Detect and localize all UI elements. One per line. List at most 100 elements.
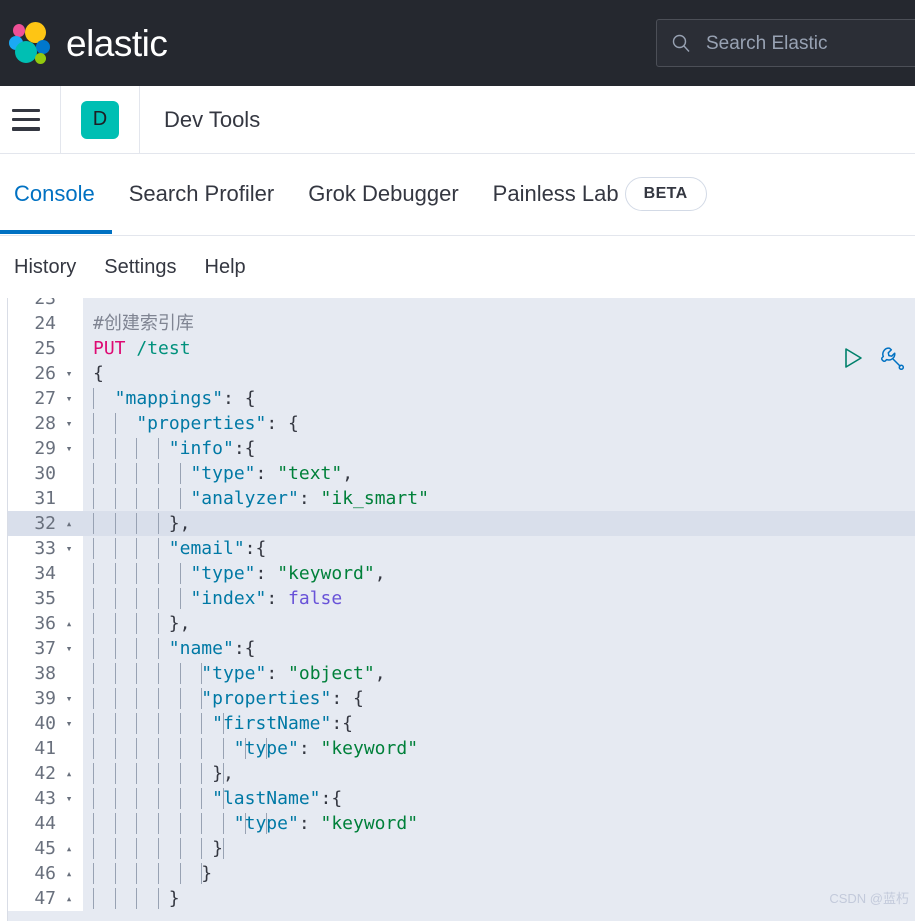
- elastic-brand[interactable]: elastic: [8, 0, 168, 86]
- code-lines-container[interactable]: 23 24 #创建索引库 25 PUT /test 26 ▾{27 ▾ "mappings": …: [0, 298, 915, 911]
- fold-up-icon[interactable]: ▴: [62, 861, 76, 886]
- code-line[interactable]: 27 ▾ "mappings": {: [0, 386, 915, 411]
- fold-down-icon[interactable]: ▾: [62, 386, 76, 411]
- play-triangle-icon[interactable]: [841, 346, 865, 374]
- line-number: 28 ▾: [0, 411, 83, 436]
- code-line[interactable]: 46 ▴}: [0, 861, 915, 886]
- code-token: :: [298, 738, 321, 759]
- console-sub-menu: History Settings Help: [0, 236, 915, 298]
- fold-down-icon[interactable]: ▾: [62, 711, 76, 736]
- code-line[interactable]: 47 ▴}: [0, 886, 915, 911]
- fold-down-icon[interactable]: ▾: [62, 411, 76, 436]
- tab-painless-lab[interactable]: Painless Lab BETA: [476, 154, 724, 234]
- code-token: "keyword": [320, 813, 419, 834]
- fold-down-icon[interactable]: ▾: [62, 686, 76, 711]
- app-badge: D: [81, 100, 119, 139]
- tab-grok-debugger[interactable]: Grok Debugger: [291, 154, 475, 234]
- fold-up-icon[interactable]: ▴: [62, 611, 76, 636]
- code-token: :: [266, 663, 289, 684]
- fold-down-icon[interactable]: ▾: [62, 436, 76, 461]
- line-number: 32 ▴: [0, 511, 83, 536]
- code-line[interactable]: 38 "type": "object",: [0, 661, 915, 686]
- code-token: :{: [233, 638, 256, 659]
- app-nav-bar: D Dev Tools: [0, 85, 915, 154]
- line-number: 35: [0, 586, 83, 611]
- line-number: 39 ▾: [0, 686, 83, 711]
- code-token: "object": [288, 663, 375, 684]
- sub-menu-item-history[interactable]: History: [14, 256, 76, 279]
- line-number: 31: [0, 486, 83, 511]
- code-line[interactable]: 29 ▾ "info":{: [0, 436, 915, 461]
- code-line[interactable]: 23: [0, 298, 915, 311]
- line-number: 41: [0, 736, 83, 761]
- console-editor[interactable]: 23 24 #创建索引库 25 PUT /test 26 ▾{27 ▾ "mappings": …: [0, 298, 915, 921]
- code-token: :{: [320, 788, 343, 809]
- code-token: :: [255, 563, 278, 584]
- code-line[interactable]: 37 ▾ "name":{: [0, 636, 915, 661]
- code-line[interactable]: 24 #创建索引库: [0, 311, 915, 336]
- fold-down-icon[interactable]: ▾: [62, 361, 76, 386]
- code-line[interactable]: 26 ▾ {: [0, 361, 915, 386]
- code-token: PUT: [93, 338, 126, 359]
- code-line[interactable]: 45 ▴}: [0, 836, 915, 861]
- code-token: /test: [136, 338, 191, 359]
- code-line[interactable]: 30 "type": "text",: [0, 461, 915, 486]
- code-line[interactable]: 32 ▴},: [0, 511, 915, 536]
- line-number: 42 ▴: [0, 761, 83, 786]
- fold-down-icon[interactable]: ▾: [62, 536, 76, 561]
- code-text: },: [83, 761, 915, 786]
- code-token: "info": [168, 438, 234, 459]
- code-line[interactable]: 41 "type": "keyword": [0, 736, 915, 761]
- global-search-box[interactable]: Search Elastic: [656, 19, 915, 67]
- fold-up-icon[interactable]: ▴: [62, 511, 76, 536]
- code-token: "firstName": [212, 713, 332, 734]
- code-token: "analyzer": [190, 488, 299, 509]
- code-token: : {: [266, 413, 299, 434]
- code-line[interactable]: 31 "analyzer": "ik_smart": [0, 486, 915, 511]
- sub-menu-item-help[interactable]: Help: [205, 256, 246, 279]
- code-token: "type": [233, 738, 299, 759]
- code-token: "type": [190, 563, 256, 584]
- code-line[interactable]: 25 PUT /test: [0, 336, 915, 361]
- tab-console[interactable]: Console: [0, 154, 112, 234]
- elastic-logo-icon: [8, 21, 52, 65]
- code-line[interactable]: 44 "type": "keyword": [0, 811, 915, 836]
- tab-bar: Console Search Profiler Grok Debugger Pa…: [0, 154, 915, 236]
- fold-down-icon[interactable]: ▾: [62, 786, 76, 811]
- code-token: :{: [244, 538, 267, 559]
- tab-search-profiler[interactable]: Search Profiler: [112, 154, 292, 234]
- code-line[interactable]: 43 ▾ "lastName":{: [0, 786, 915, 811]
- code-line[interactable]: 42 ▴},: [0, 761, 915, 786]
- beta-badge: BETA: [624, 177, 707, 211]
- code-text: "lastName":{: [83, 786, 915, 811]
- code-text: #创建索引库: [83, 311, 915, 336]
- line-number: 25: [0, 336, 83, 361]
- request-actions: [841, 345, 905, 375]
- code-line[interactable]: 39 ▾ "properties": {: [0, 686, 915, 711]
- code-text: }: [83, 861, 915, 886]
- code-line[interactable]: 28 ▾ "properties": {: [0, 411, 915, 436]
- sub-menu-item-settings[interactable]: Settings: [104, 256, 176, 279]
- fold-up-icon[interactable]: ▴: [62, 836, 76, 861]
- wrench-icon[interactable]: [879, 345, 905, 375]
- code-line[interactable]: 33 ▾ "email":{: [0, 536, 915, 561]
- code-text: "properties": {: [83, 411, 915, 436]
- code-text: }: [83, 886, 915, 911]
- hamburger-menu-icon[interactable]: [12, 108, 40, 131]
- code-token: "type": [233, 813, 299, 834]
- code-text: "properties": {: [83, 686, 915, 711]
- line-number: 23: [0, 298, 83, 311]
- code-line[interactable]: 40 ▾ "firstName":{: [0, 711, 915, 736]
- code-token: "type": [201, 663, 267, 684]
- fold-down-icon[interactable]: ▾: [62, 636, 76, 661]
- fold-up-icon[interactable]: ▴: [62, 886, 76, 911]
- code-line[interactable]: 35 "index": false: [0, 586, 915, 611]
- code-text: "type": "text",: [83, 461, 915, 486]
- fold-up-icon[interactable]: ▴: [62, 761, 76, 786]
- code-line[interactable]: 36 ▴},: [0, 611, 915, 636]
- code-token: "index": [190, 588, 267, 609]
- code-token: "keyword": [320, 738, 419, 759]
- code-line[interactable]: 34 "type": "keyword",: [0, 561, 915, 586]
- line-number: 46 ▴: [0, 861, 83, 886]
- code-token: : {: [331, 688, 364, 709]
